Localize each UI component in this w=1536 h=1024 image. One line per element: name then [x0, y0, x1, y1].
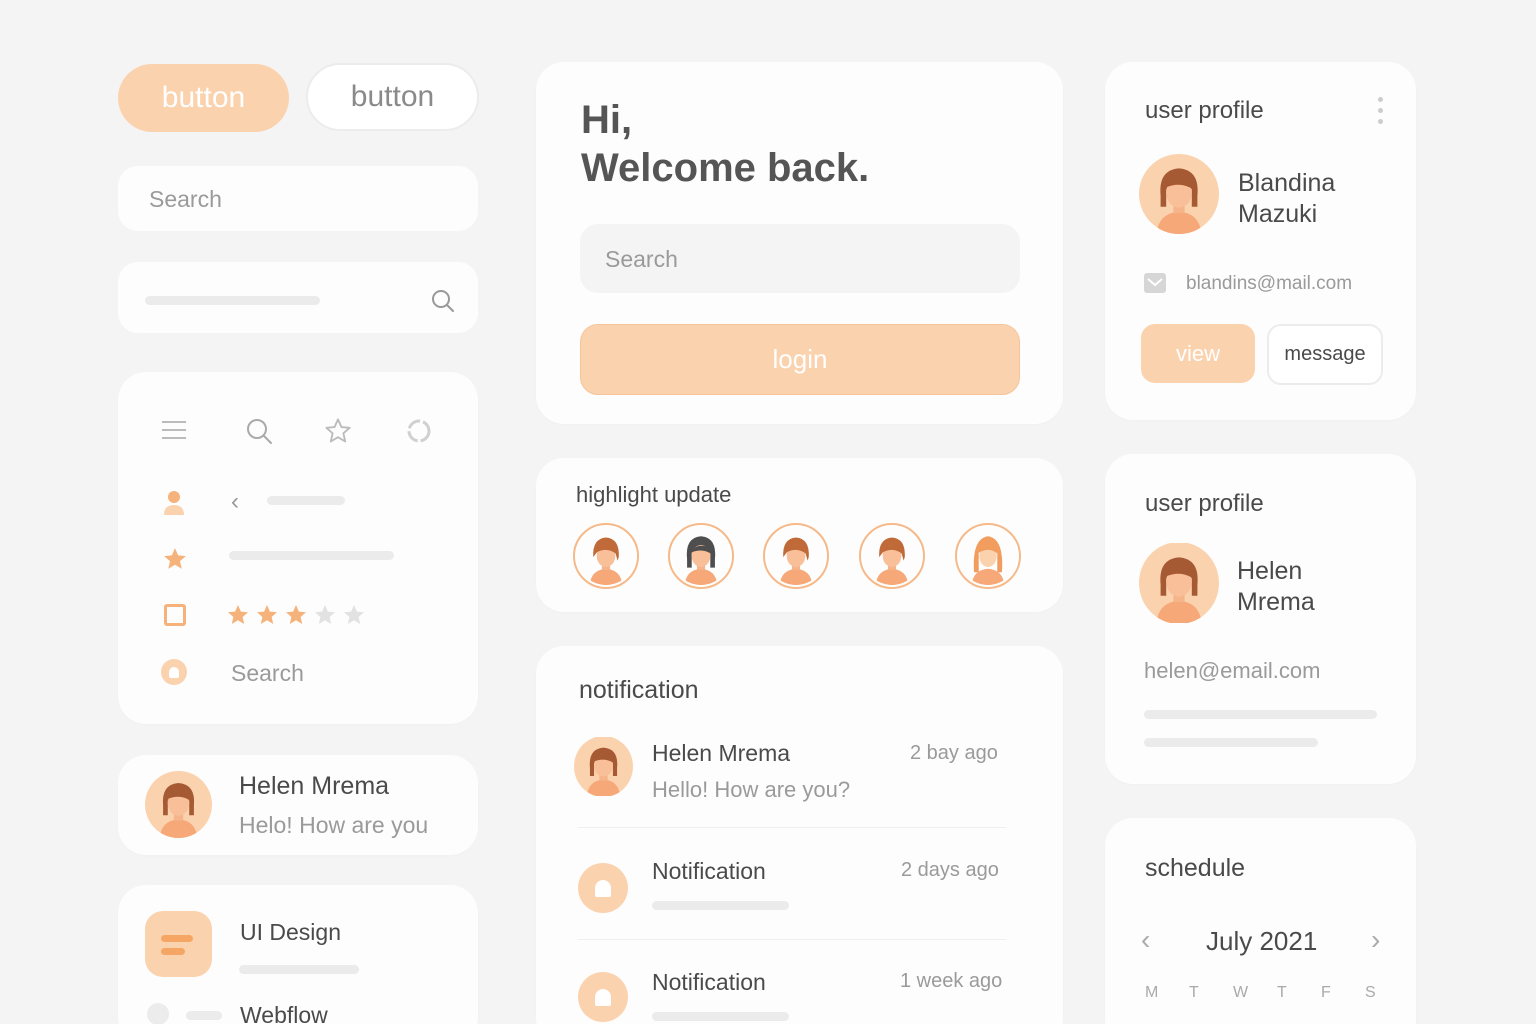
user-icon: [164, 491, 184, 515]
profile-first-name: Blandina: [1238, 169, 1336, 197]
star-empty-icon[interactable]: [313, 603, 337, 627]
notification-name[interactable]: Notification: [652, 969, 766, 996]
greeting-line-2: Welcome back.: [581, 146, 870, 190]
welcome-search-placeholder: Search: [605, 246, 678, 272]
chat-card[interactable]: Helen Mrema Helo! How are you: [118, 755, 478, 855]
notification-line: [652, 901, 789, 910]
profile-line: [1144, 738, 1318, 747]
bell-icon: [161, 659, 187, 685]
profile-line: [1144, 710, 1377, 719]
star-filled-icon: [164, 548, 186, 569]
bell-icon: [578, 972, 628, 1022]
profile-card-helen: user profile Helen Mrema helen@email.com: [1105, 454, 1416, 784]
checkbox[interactable]: [164, 604, 186, 626]
login-button[interactable]: login: [580, 324, 1020, 395]
highlight-avatar[interactable]: [859, 523, 925, 589]
user-row-line: [267, 496, 345, 505]
avatar: [574, 736, 633, 797]
message-button[interactable]: message: [1267, 324, 1383, 385]
search-bar-placeholder-line: [145, 296, 320, 305]
secondary-button[interactable]: button: [306, 63, 479, 131]
task-icon: [145, 911, 212, 977]
task-dot-line: [186, 1011, 222, 1020]
weekday-label: T: [1189, 984, 1199, 1001]
star-icon[interactable]: [324, 417, 352, 445]
notification-name[interactable]: Helen Mrema: [652, 740, 790, 767]
chat-name: Helen Mrema: [239, 772, 390, 800]
search-icon[interactable]: [430, 288, 456, 314]
star-filled-icon[interactable]: [255, 603, 279, 627]
search-icon[interactable]: [245, 417, 273, 445]
tasks-card: UI Design Webflow: [118, 885, 478, 1024]
chat-message: Helo! How are you: [239, 812, 429, 838]
chevron-left-icon[interactable]: ‹: [231, 488, 239, 516]
loading-icon[interactable]: [405, 417, 433, 445]
task-progress-line: [239, 965, 359, 974]
notification-message: Hello! How are you?: [652, 777, 851, 802]
notification-time: 2 days ago: [901, 859, 999, 881]
weekday-label: F: [1321, 984, 1331, 1001]
profile-last-name: Mrema: [1237, 588, 1315, 616]
star-empty-icon[interactable]: [342, 603, 366, 627]
task-label-webflow[interactable]: Webflow: [240, 1002, 328, 1024]
highlight-avatar[interactable]: [668, 523, 734, 589]
more-options-icon[interactable]: [1378, 97, 1384, 124]
schedule-title: schedule: [1145, 854, 1246, 882]
highlight-avatar[interactable]: [763, 523, 829, 589]
calendar-month: July 2021: [1206, 926, 1318, 956]
star-row-line: [229, 551, 394, 560]
notification-card: notification Helen Mrema 2 bay ago Hello…: [536, 646, 1063, 1024]
search-field[interactable]: Search: [118, 166, 478, 231]
star-filled-icon[interactable]: [226, 603, 250, 627]
icon-panel: ‹ Search: [118, 372, 478, 724]
welcome-search-input[interactable]: Search: [580, 224, 1020, 293]
highlight-card: highlight update: [536, 458, 1063, 612]
profile-first-name: Helen: [1237, 557, 1303, 585]
weekday-label: T: [1277, 984, 1287, 1001]
profile-last-name: Mazuki: [1238, 200, 1318, 228]
panel-search-label[interactable]: Search: [231, 660, 304, 687]
task-label-ui-design[interactable]: UI Design: [240, 919, 341, 946]
greeting-line-1: Hi,: [581, 98, 633, 142]
chevron-right-icon[interactable]: ›: [1371, 924, 1380, 956]
profile-card-blandina: user profile Blandina Mazuki blandins@ma…: [1105, 62, 1416, 420]
search-bar-with-icon[interactable]: [118, 262, 478, 333]
profile-email: blandins@mail.com: [1186, 273, 1353, 294]
profile-title: user profile: [1145, 490, 1264, 517]
avatar: [1139, 154, 1219, 234]
profile-email: helen@email.com: [1144, 658, 1321, 683]
bell-icon: [578, 863, 628, 913]
chevron-left-icon[interactable]: ‹: [1141, 924, 1150, 956]
highlight-avatar[interactable]: [573, 523, 639, 589]
divider: [578, 939, 1006, 940]
weekday-label: W: [1233, 984, 1249, 1001]
notification-time: 2 bay ago: [910, 742, 998, 764]
view-button[interactable]: view: [1141, 324, 1255, 383]
notification-title: notification: [579, 676, 699, 704]
search-placeholder: Search: [149, 186, 222, 212]
notification-line: [652, 1012, 789, 1021]
welcome-card: Hi, Welcome back. Search login: [536, 62, 1063, 424]
highlight-title: highlight update: [576, 482, 732, 507]
primary-button[interactable]: button: [118, 64, 289, 132]
menu-icon[interactable]: [160, 417, 188, 443]
avatar: [145, 771, 212, 838]
avatar: [1139, 542, 1219, 624]
notification-time: 1 week ago: [900, 970, 1003, 992]
weekday-label: S: [1365, 984, 1376, 1001]
task-dot: [147, 1003, 169, 1024]
notification-name[interactable]: Notification: [652, 858, 766, 885]
profile-title: user profile: [1145, 97, 1264, 124]
weekday-row: MTWTFS: [1145, 984, 1380, 1004]
mail-icon: [1144, 273, 1166, 293]
divider: [578, 827, 1006, 828]
star-filled-icon[interactable]: [284, 603, 308, 627]
weekday-label: M: [1145, 984, 1159, 1001]
schedule-card: schedule ‹ July 2021 › M T W T F S: [1105, 818, 1416, 1024]
highlight-avatar[interactable]: [955, 523, 1021, 589]
